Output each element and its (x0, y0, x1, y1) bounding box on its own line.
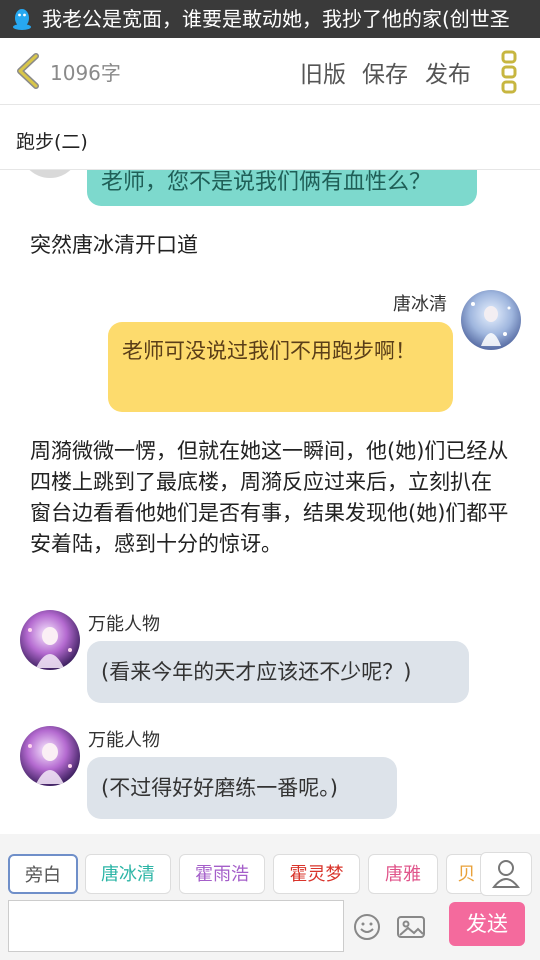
avatar[interactable] (20, 726, 80, 786)
character-name: 万能人物 (88, 614, 160, 635)
message-text: 老师可没说过我们不用跑步啊！ (122, 339, 416, 363)
user-icon (491, 860, 521, 888)
story-content[interactable]: 老师，您不是说我们俩有血性么？ 突然唐冰清开口道 唐冰清 老师可没说过我们不用跑… (0, 170, 540, 834)
character-portrait-icon (28, 627, 72, 668)
character-name: 唐冰清 (393, 294, 447, 315)
message-text: (不过得好好磨练一番呢。) (101, 776, 338, 800)
message-bubble[interactable]: (不过得好好磨练一番呢。) (87, 757, 397, 819)
message-text: (看来今年的天才应该还不少呢？) (101, 660, 412, 684)
publish-button[interactable]: 发布 (425, 55, 471, 89)
message-bubble[interactable]: 老师，您不是说我们俩有血性么？ (87, 170, 477, 206)
character-portrait-icon (471, 302, 511, 346)
composer-panel: 旁白 唐冰清 霍雨浩 霍灵梦 唐雅 贝 发送 (0, 834, 540, 960)
chip-label: 唐冰清 (101, 864, 155, 885)
status-bar: 我老公是宽面，谁要是敢动她，我抄了他的家(创世圣 (0, 0, 540, 38)
save-button[interactable]: 保存 (362, 55, 408, 89)
image-icon[interactable] (396, 912, 426, 942)
narration[interactable]: 周漪微微一愣，但就在她这一瞬间，他(她)们已经从四楼上跳到了最底楼，周漪反应过来… (30, 436, 512, 560)
avatar[interactable] (20, 610, 80, 670)
send-button[interactable]: 发送 (449, 902, 525, 946)
chapter-title[interactable]: 跑步(二) (16, 127, 88, 154)
old-version-button[interactable]: 旧版 (300, 55, 346, 89)
character-portrait-icon (28, 743, 72, 784)
message-input[interactable] (8, 900, 344, 952)
chip-label: 旁白 (25, 865, 61, 886)
emoji-icon[interactable] (352, 912, 382, 942)
chip-label: 霍雨浩 (195, 864, 249, 885)
character-chip-tangya[interactable]: 唐雅 (368, 854, 438, 894)
editor-toolbar: 1096字 旧版 保存 发布 (0, 38, 540, 105)
avatar[interactable] (461, 290, 521, 350)
character-chip-huolingmeng[interactable]: 霍灵梦 (273, 854, 360, 894)
character-chip-tangbingqing[interactable]: 唐冰清 (85, 854, 171, 894)
character-chip-narrator[interactable]: 旁白 (8, 854, 78, 894)
message-bubble[interactable]: (看来今年的天才应该还不少呢？) (87, 641, 469, 703)
chip-label: 唐雅 (385, 864, 421, 885)
character-manage-button[interactable] (480, 852, 532, 896)
word-count: 1096字 (50, 61, 121, 85)
message-text: 老师，您不是说我们俩有血性么？ (101, 170, 432, 195)
message-bubble[interactable]: 老师可没说过我们不用跑步啊！ (108, 322, 453, 412)
avatar (20, 170, 80, 178)
narration[interactable]: 突然唐冰清开口道 (30, 230, 510, 261)
chip-label: 霍灵梦 (289, 864, 344, 885)
more-icon[interactable] (500, 50, 518, 94)
character-name: 万能人物 (88, 730, 160, 751)
notification-text: 我老公是宽面，谁要是敢动她，我抄了他的家(创世圣 (42, 7, 510, 31)
chip-label: 贝 (457, 864, 476, 885)
chapter-header: 跑步(二) (0, 105, 540, 170)
back-arrow-icon[interactable] (14, 53, 42, 89)
character-chip-huoyuhao[interactable]: 霍雨浩 (179, 854, 265, 894)
qq-icon (13, 9, 31, 30)
